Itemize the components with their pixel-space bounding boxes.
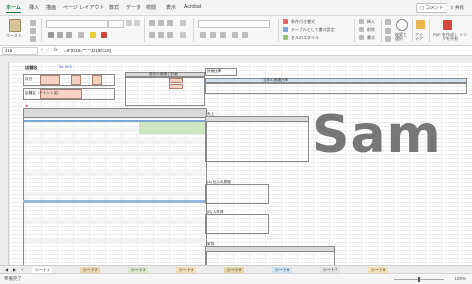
- share-button[interactable]: ⇪ 共有: [446, 3, 469, 13]
- comments-button[interactable]: ▢ コメント: [416, 3, 448, 13]
- search-select-label: 検索と 選択: [395, 32, 407, 41]
- info-label-2: 店舗名（テナント名）: [25, 91, 61, 95]
- menu-page-layout[interactable]: ページ レイアウト: [63, 4, 104, 11]
- info-input-2[interactable]: [71, 75, 81, 85]
- labor-table: [205, 214, 269, 234]
- pdf-icon[interactable]: [443, 20, 452, 30]
- row-headers[interactable]: [0, 62, 9, 265]
- table-format-button[interactable]: テーブルとして書式設定: [291, 27, 335, 33]
- menu-bar: ホーム 挿入 描画 ページ レイアウト 数式 データ 校閲 表示 Acrobat…: [0, 0, 472, 16]
- share-label: 共有: [455, 5, 465, 10]
- menu-formulas[interactable]: 数式: [109, 4, 119, 11]
- ideas-label: アイ デア: [415, 32, 423, 41]
- zoom-slider-thumb[interactable]: [418, 277, 420, 282]
- store-name-value[interactable]: Mr. BEE: [59, 65, 72, 69]
- cut-icon[interactable]: [30, 20, 36, 26]
- paste-group[interactable]: ペースト: [4, 18, 26, 43]
- sales-table: [205, 116, 309, 162]
- align-middle-icon[interactable]: [158, 20, 164, 26]
- paste-label: ペースト: [6, 33, 22, 38]
- zoom-slider[interactable]: [394, 277, 444, 282]
- info-input-3[interactable]: [92, 75, 102, 85]
- table-format-icon: [283, 27, 288, 32]
- bold-icon[interactable]: [48, 32, 54, 38]
- selected-row[interactable]: [23, 200, 205, 203]
- menu-review[interactable]: 校閲: [146, 4, 156, 11]
- align-center-icon[interactable]: [158, 32, 164, 38]
- font-name-select[interactable]: [46, 20, 108, 28]
- conditional-format-icon: [283, 19, 288, 24]
- italic-icon[interactable]: [57, 32, 63, 38]
- cancel-icon[interactable]: ✕: [40, 47, 43, 52]
- autosum-icon[interactable]: [385, 19, 391, 25]
- status-bar: 準備完了 100%: [0, 273, 472, 284]
- ribbon: ペースト 条件付き書式 テーブルとして書式設定 セルのスタイル 挿入 削除 書式: [0, 16, 472, 46]
- worksheet-grid[interactable]: 店舗名 Mr. BEE 月日 店舗名（テナント名） 過去の実績と計画 ▼ 計画比…: [9, 62, 472, 265]
- font-size-select[interactable]: [108, 20, 124, 28]
- cell-style-button[interactable]: セルのスタイル: [291, 35, 319, 41]
- cell-style-icon: [283, 35, 288, 40]
- menu-view[interactable]: 表示: [166, 4, 176, 11]
- clear-icon[interactable]: [385, 36, 391, 42]
- increase-decimal-icon[interactable]: [232, 32, 238, 38]
- share-icon: ⇪: [450, 5, 454, 10]
- cost-table: [205, 184, 269, 204]
- sample-watermark: Sam: [312, 105, 442, 165]
- fill-icon[interactable]: [385, 28, 391, 34]
- conditional-format-button[interactable]: 条件付き書式: [291, 19, 315, 25]
- info-input-1[interactable]: [40, 75, 60, 85]
- ideas-icon[interactable]: [416, 20, 425, 29]
- delete-cells-icon: [359, 27, 364, 32]
- center-input-1[interactable]: [169, 78, 183, 83]
- right-table: [205, 82, 467, 94]
- highlight-green: [139, 122, 205, 134]
- align-left-icon[interactable]: [149, 32, 155, 38]
- merge-cells-icon[interactable]: [180, 32, 186, 38]
- status-ready: 準備完了: [4, 276, 22, 281]
- confirm-icon[interactable]: ✓: [46, 47, 49, 52]
- align-top-icon[interactable]: [149, 20, 155, 26]
- decrease-decimal-icon[interactable]: [242, 32, 248, 38]
- wrap-text-icon[interactable]: [180, 20, 186, 26]
- insert-cells-icon: [359, 19, 364, 24]
- comments-label: コメント: [425, 5, 444, 10]
- menu-draw[interactable]: 描画: [46, 4, 56, 11]
- right-label: 計画比率: [207, 69, 222, 73]
- menu-home[interactable]: ホーム: [6, 4, 21, 13]
- format-cells-icon: [359, 35, 364, 40]
- pdf-label: PDF を作成し リンクを共有: [432, 32, 468, 41]
- format-cells-button[interactable]: 書式: [367, 35, 375, 41]
- comma-icon[interactable]: [220, 32, 226, 38]
- currency-icon[interactable]: [200, 32, 206, 38]
- menu-data[interactable]: データ: [126, 4, 141, 11]
- copy-icon[interactable]: [30, 28, 36, 34]
- clipboard-icon: [9, 19, 21, 32]
- menu-acrobat[interactable]: Acrobat: [184, 4, 201, 10]
- search-icon[interactable]: [396, 19, 408, 31]
- grow-font-icon[interactable]: [126, 20, 132, 26]
- delete-cells-button[interactable]: 削除: [367, 27, 375, 33]
- info-label-1: 月日: [25, 77, 33, 81]
- font-color-icon[interactable]: [101, 32, 107, 38]
- underline-icon[interactable]: [66, 32, 72, 38]
- shrink-font-icon[interactable]: [134, 20, 140, 26]
- name-box[interactable]: J18: [2, 47, 38, 55]
- center-table: [125, 76, 205, 106]
- align-right-icon[interactable]: [167, 32, 173, 38]
- store-name-label: 店舗名: [25, 65, 38, 70]
- fx-icon[interactable]: fx: [54, 47, 58, 52]
- comment-icon: ▢: [420, 5, 425, 10]
- formula-input[interactable]: =IF(D18="","",D18/C18): [64, 48, 111, 53]
- percent-icon[interactable]: [210, 32, 216, 38]
- formula-bar: J18 ✕ ✓ fx =IF(D18="","",D18/C18): [0, 46, 472, 56]
- format-painter-icon[interactable]: [30, 36, 36, 42]
- center-input-2[interactable]: [169, 84, 183, 89]
- number-format-select[interactable]: [198, 20, 270, 28]
- zoom-level[interactable]: 100%: [454, 276, 466, 281]
- fill-color-icon[interactable]: [90, 32, 96, 38]
- border-icon[interactable]: [78, 32, 84, 38]
- align-bottom-icon[interactable]: [167, 20, 173, 26]
- insert-cells-button[interactable]: 挿入: [367, 19, 375, 25]
- menu-insert[interactable]: 挿入: [29, 4, 39, 11]
